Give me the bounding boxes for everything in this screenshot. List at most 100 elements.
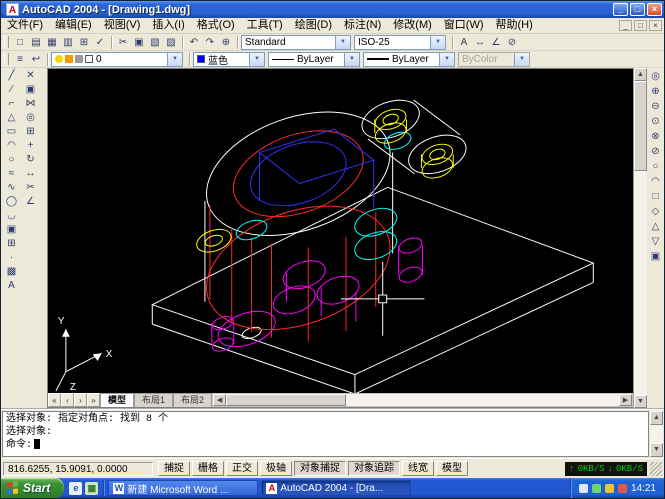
view-tool-12-button[interactable]: ▽: [648, 234, 664, 249]
menu-item-tools[interactable]: 工具(T): [241, 18, 289, 33]
view-tool-13-button[interactable]: ▣: [648, 249, 664, 264]
ellipse-arc-button[interactable]: ◡: [4, 209, 20, 223]
view-tool-10-button[interactable]: ◇: [648, 204, 664, 219]
drawing-canvas[interactable]: Y X Z: [48, 69, 633, 393]
coordinate-display[interactable]: 816.6255, 15.9091, 0.0000: [3, 461, 153, 476]
toggle-grid[interactable]: 栅格: [192, 461, 224, 476]
layer-manager-button[interactable]: ≡: [12, 52, 28, 67]
child-minimize-button[interactable]: _: [619, 20, 632, 31]
spline-button[interactable]: ∿: [4, 181, 20, 195]
child-close-button[interactable]: ×: [649, 20, 662, 31]
tolerance-button[interactable]: ⊘: [504, 35, 520, 50]
menu-item-view[interactable]: 视图(V): [98, 18, 147, 33]
scroll-down-icon[interactable]: ▼: [634, 395, 647, 408]
menu-item-draw[interactable]: 绘图(D): [289, 18, 338, 33]
print-preview-button[interactable]: ⊞: [76, 35, 92, 50]
color-combo[interactable]: 蓝色 ▼: [193, 51, 265, 67]
spell-check-button[interactable]: ✓: [92, 35, 108, 50]
move-button[interactable]: +: [23, 139, 39, 153]
menu-item-insert[interactable]: 插入(I): [146, 18, 190, 33]
match-properties-button[interactable]: ▨: [163, 35, 179, 50]
revision-cloud-button[interactable]: ≈: [4, 167, 20, 181]
scroll-up-icon[interactable]: ▲: [650, 411, 663, 425]
paste-button[interactable]: ▧: [147, 35, 163, 50]
chevron-down-icon[interactable]: ▼: [249, 52, 264, 66]
layer-previous-button[interactable]: ↩: [28, 52, 44, 67]
maximize-button[interactable]: □: [630, 3, 645, 16]
line-tool-button[interactable]: ╱: [4, 69, 20, 83]
copy-button[interactable]: ▣: [131, 35, 147, 50]
undo-button[interactable]: ↶: [186, 35, 202, 50]
chamfer-button[interactable]: ∠: [23, 195, 39, 209]
menu-item-help[interactable]: 帮助(H): [490, 18, 539, 33]
view-tool-6-button[interactable]: ⊘: [648, 144, 664, 159]
dim-style-combo[interactable]: ISO-25 ▼: [354, 34, 446, 50]
scroll-right-icon[interactable]: ▶: [619, 394, 632, 406]
open-file-button[interactable]: ▤: [28, 35, 44, 50]
scroll-up-icon[interactable]: ▲: [634, 68, 647, 81]
ellipse-button[interactable]: ◯: [4, 195, 20, 209]
tab-model[interactable]: 模型: [100, 393, 135, 407]
tray-icon-2[interactable]: [591, 483, 601, 493]
command-history[interactable]: 选择对象: 指定对角点: 找到 8 个 选择对象: 命令:: [2, 411, 649, 457]
offset-button[interactable]: ◎: [23, 111, 39, 125]
view-tool-1-button[interactable]: ◎: [648, 69, 664, 84]
view-tool-7-button[interactable]: ○: [648, 159, 664, 174]
toggle-model-space[interactable]: 模型: [436, 461, 468, 476]
text-tool-button[interactable]: A: [456, 35, 472, 50]
redo-button[interactable]: ↷: [202, 35, 218, 50]
angle-dimension-button[interactable]: ∠: [488, 35, 504, 50]
menu-item-window[interactable]: 窗口(W): [438, 18, 490, 33]
tray-icon-4[interactable]: [617, 483, 627, 493]
menu-item-modify[interactable]: 修改(M): [387, 18, 438, 33]
make-block-button[interactable]: ⊞: [4, 237, 20, 251]
tray-icon-3[interactable]: [604, 483, 614, 493]
hyperlink-button[interactable]: ⊕: [218, 35, 234, 50]
linetype-combo[interactable]: ByLayer ▼: [268, 51, 360, 67]
lineweight-combo[interactable]: ByLayer ▼: [363, 51, 455, 67]
array-button[interactable]: ⊞: [23, 125, 39, 139]
save-button[interactable]: ▦: [44, 35, 60, 50]
next-tab-button[interactable]: ›: [74, 393, 87, 407]
last-tab-button[interactable]: »: [87, 393, 100, 407]
scroll-left-icon[interactable]: ◀: [213, 394, 227, 406]
menu-item-edit[interactable]: 编辑(E): [49, 18, 98, 33]
tab-layout1[interactable]: 布局1: [134, 393, 174, 407]
text-style-combo[interactable]: Standard ▼: [241, 34, 351, 50]
rectangle-button[interactable]: ▭: [4, 125, 20, 139]
chevron-down-icon[interactable]: ▼: [430, 35, 445, 49]
print-button[interactable]: ▥: [60, 35, 76, 50]
construction-line-button[interactable]: ∕: [4, 83, 20, 97]
view-tool-9-button[interactable]: □: [648, 189, 664, 204]
hatch-button[interactable]: ▩: [4, 265, 20, 279]
chevron-down-icon[interactable]: ▼: [335, 35, 350, 49]
horizontal-scroll-track[interactable]: [346, 394, 619, 406]
erase-button[interactable]: ✕: [23, 69, 39, 83]
quick-launch-ie-icon[interactable]: e: [69, 481, 83, 495]
chevron-down-icon[interactable]: ▼: [344, 52, 359, 66]
horizontal-scroll-thumb[interactable]: [226, 394, 347, 406]
close-button[interactable]: ×: [647, 3, 662, 16]
title-bar[interactable]: A AutoCAD 2004 - [Drawing1.dwg] _ □ ×: [1, 1, 664, 18]
tray-icon-1[interactable]: [578, 483, 588, 493]
view-tool-3-button[interactable]: ⊖: [648, 99, 664, 114]
insert-block-button[interactable]: ▣: [4, 223, 20, 237]
arc-button[interactable]: ◠: [4, 139, 20, 153]
scale-button[interactable]: ↔: [23, 167, 39, 181]
task-autocad[interactable]: A AutoCAD 2004 - [Dra...: [261, 480, 412, 496]
view-tool-2-button[interactable]: ⊕: [648, 84, 664, 99]
toggle-ortho[interactable]: 正交: [226, 461, 258, 476]
command-scroll-track[interactable]: [650, 425, 663, 443]
start-button[interactable]: Start: [1, 478, 65, 498]
minimize-button[interactable]: _: [613, 3, 628, 16]
vertical-scroll-thumb[interactable]: [634, 81, 647, 171]
point-button[interactable]: ·: [4, 251, 20, 265]
menu-item-format[interactable]: 格式(O): [191, 18, 241, 33]
rotate-button[interactable]: ↻: [23, 153, 39, 167]
toggle-otrack[interactable]: 对象追踪: [348, 461, 400, 476]
scroll-down-icon[interactable]: ▼: [650, 443, 663, 457]
polyline-button[interactable]: ⌐: [4, 97, 20, 111]
chevron-down-icon[interactable]: ▼: [439, 52, 454, 66]
view-tool-4-button[interactable]: ⊙: [648, 114, 664, 129]
vertical-scroll-track[interactable]: [634, 171, 647, 395]
